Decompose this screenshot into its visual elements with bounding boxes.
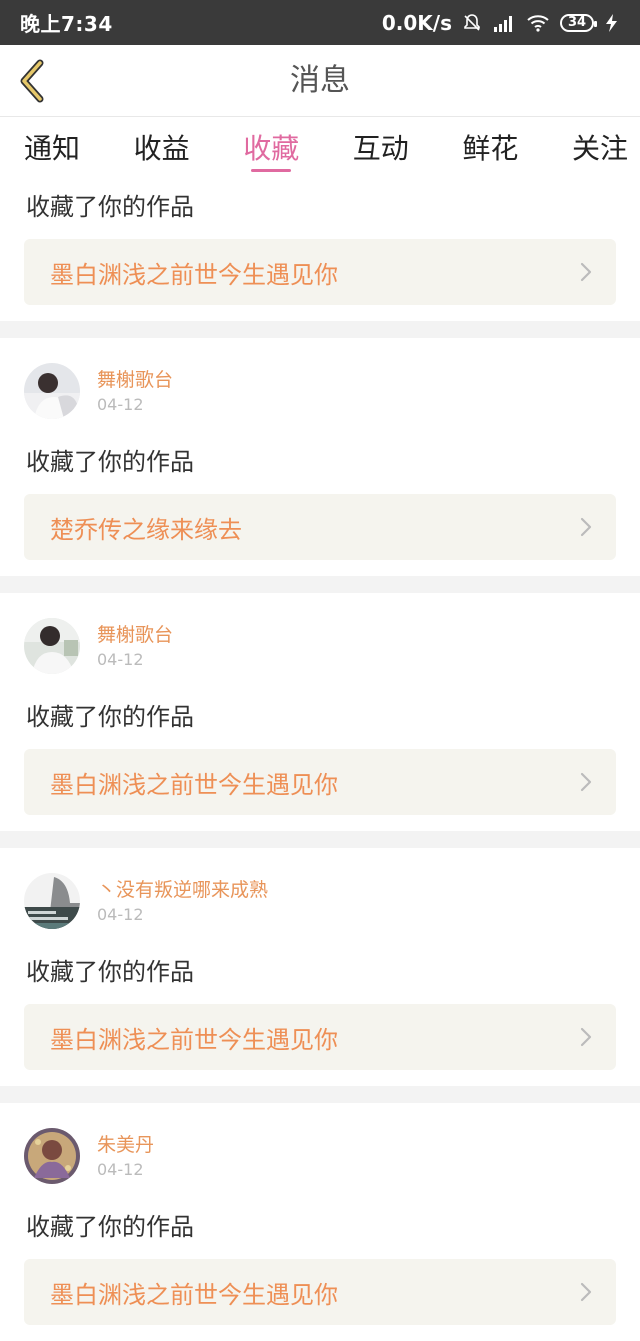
network-speed: 0.0K/s	[381, 10, 452, 35]
action-text: 收藏了你的作品	[26, 958, 194, 986]
work-link[interactable]: 楚乔传之缘来缘去	[24, 494, 616, 560]
divider	[0, 1086, 640, 1103]
work-link[interactable]: 墨白渊浅之前世今生遇见你	[24, 1259, 616, 1325]
action-text: 收藏了你的作品	[26, 1213, 194, 1241]
status-time: 晚上7:34	[20, 12, 113, 36]
action-text: 收藏了你的作品	[26, 448, 194, 476]
date: 04-12	[97, 1160, 144, 1179]
date: 04-12	[97, 395, 144, 414]
signal-icon	[494, 15, 512, 32]
username[interactable]: 丶没有叛逆哪来成熟	[97, 875, 268, 902]
tab-interactions[interactable]: 互动	[353, 117, 409, 179]
nav-header: 消息	[0, 45, 640, 117]
charging-icon	[606, 13, 617, 32]
username[interactable]: 舞榭歌台	[97, 365, 173, 392]
chevron-right-icon	[580, 1282, 592, 1302]
tab-flowers[interactable]: 鲜花	[462, 117, 518, 179]
wifi-icon	[527, 14, 549, 32]
avatar[interactable]	[24, 1128, 80, 1184]
avatar[interactable]	[24, 363, 80, 419]
work-title: 墨白渊浅之前世今生遇见你	[50, 1025, 338, 1054]
date: 04-12	[97, 905, 144, 924]
tab-earnings[interactable]: 收益	[134, 117, 190, 179]
page-title: 消息	[290, 63, 350, 98]
tab-notifications[interactable]: 通知	[24, 117, 80, 179]
username[interactable]: 舞榭歌台	[97, 620, 173, 647]
list-item: 舞榭歌台 04-12 收藏了你的作品 楚乔传之缘来缘去	[0, 338, 640, 576]
tab-favorites[interactable]: 收藏	[243, 117, 299, 179]
list-item: 舞榭歌台 04-12 收藏了你的作品 墨白渊浅之前世今生遇见你	[0, 593, 640, 831]
chevron-right-icon	[580, 262, 592, 282]
chevron-right-icon	[580, 1027, 592, 1047]
work-link[interactable]: 墨白渊浅之前世今生遇见你	[24, 1004, 616, 1070]
work-link[interactable]: 墨白渊浅之前世今生遇见你	[24, 239, 616, 305]
mute-bell-icon	[464, 13, 480, 31]
action-text: 收藏了你的作品	[26, 703, 194, 731]
date: 04-12	[97, 650, 144, 669]
work-link[interactable]: 墨白渊浅之前世今生遇见你	[24, 749, 616, 815]
work-title: 墨白渊浅之前世今生遇见你	[50, 770, 338, 799]
list-item: 丶没有叛逆哪来成熟 04-12 收藏了你的作品 墨白渊浅之前世今生遇见你	[0, 848, 640, 1086]
tab-bar: 通知 收益 收藏 互动 鲜花 关注	[0, 117, 640, 179]
work-title: 墨白渊浅之前世今生遇见你	[50, 260, 338, 289]
chevron-right-icon	[580, 772, 592, 792]
chevron-right-icon	[580, 517, 592, 537]
username[interactable]: 朱美丹	[97, 1130, 154, 1157]
list-item: 收藏了你的作品 墨白渊浅之前世今生遇见你	[0, 179, 640, 321]
divider	[0, 831, 640, 848]
action-text: 收藏了你的作品	[26, 193, 194, 221]
avatar[interactable]	[24, 618, 80, 674]
divider	[0, 576, 640, 593]
message-list: 收藏了你的作品 墨白渊浅之前世今生遇见你 舞榭歌台 04-12 收藏了你的作品 …	[0, 179, 640, 1341]
status-icons: 0.0K/s 34	[382, 11, 620, 35]
battery-icon: 34	[560, 13, 597, 32]
divider	[0, 321, 640, 338]
list-item: 朱美丹 04-12 收藏了你的作品 墨白渊浅之前世今生遇见你	[0, 1103, 640, 1341]
status-bar: 晚上7:34 0.0K/s 34	[0, 0, 640, 45]
avatar[interactable]	[24, 873, 80, 929]
work-title: 楚乔传之缘来缘去	[50, 515, 242, 544]
tab-follows[interactable]: 关注	[572, 117, 628, 179]
